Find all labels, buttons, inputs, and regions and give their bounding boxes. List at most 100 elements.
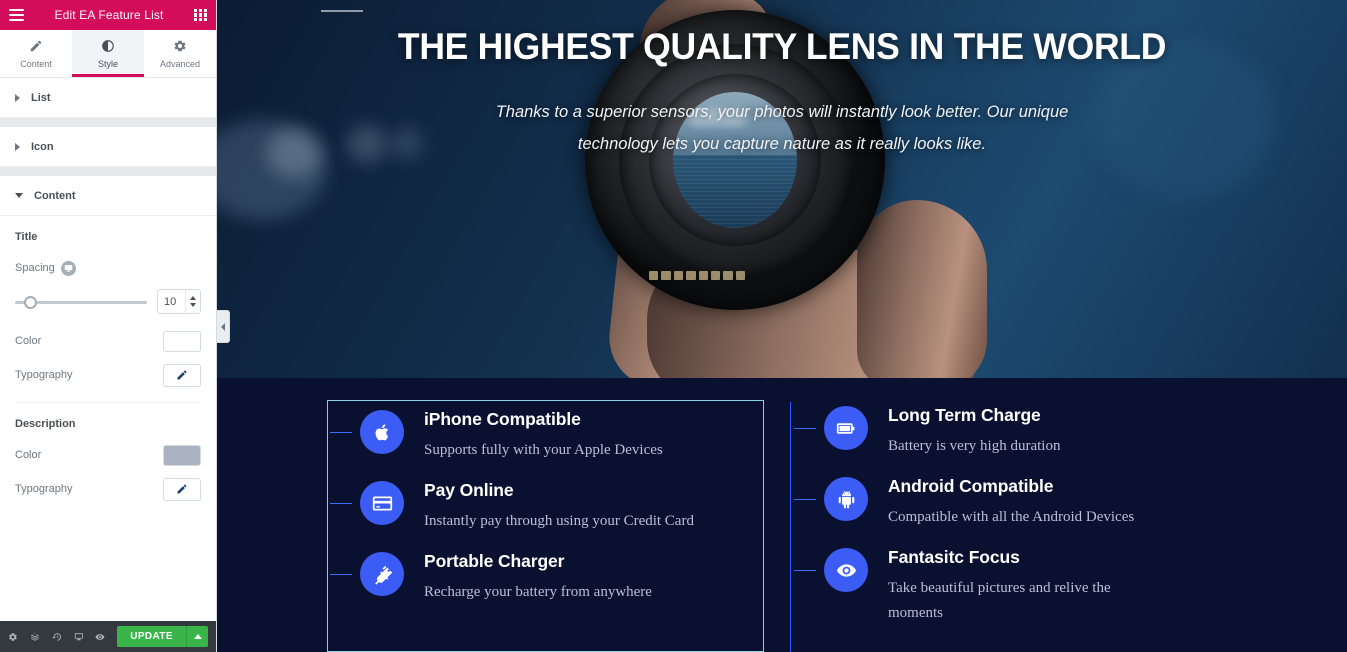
- hero-subtitle: Thanks to a superior sensors, your photo…: [495, 103, 1069, 153]
- section-content-label: Content: [34, 189, 76, 202]
- feature-item[interactable]: Long Term Charge Battery is very high du…: [794, 400, 1223, 471]
- elementor-editor: Edit EA Feature List Content Style Advan…: [0, 0, 1347, 652]
- spacing-control-row: Spacing: [15, 251, 201, 285]
- feature-description: Supports fully with your Apple Devices: [424, 442, 663, 458]
- settings-gear-icon[interactable]: [8, 630, 18, 644]
- tab-style-label: Style: [97, 59, 118, 69]
- panel-body: List Icon Content Title Spacing 10 Color…: [0, 78, 216, 621]
- description-typography-edit-button[interactable]: [163, 477, 201, 501]
- feature-item[interactable]: Fantasitc Focus Take beautiful pictures …: [794, 542, 1223, 638]
- section-content[interactable]: Content: [0, 176, 216, 216]
- title-color-swatch[interactable]: [163, 330, 201, 352]
- description-typography-label: Typography: [15, 483, 73, 495]
- panel-tabs: Content Style Advanced: [0, 30, 216, 78]
- tab-content-label: Content: [20, 59, 52, 69]
- editor-panel: Edit EA Feature List Content Style Advan…: [0, 0, 217, 652]
- feature-text: Fantasitc Focus Take beautiful pictures …: [868, 546, 1158, 626]
- feature-column-left[interactable]: iPhone Compatible Supports fully with yo…: [327, 400, 764, 652]
- caret-down-icon[interactable]: [190, 303, 196, 307]
- connector-dash: [794, 428, 816, 429]
- page-canvas: THE HIGHEST QUALITY LENS IN THE WORLD Th…: [217, 0, 1347, 652]
- feature-title: Portable Charger: [424, 551, 565, 571]
- section-list-label: List: [31, 91, 51, 104]
- apple-icon: [360, 410, 404, 454]
- panel-title: Edit EA Feature List: [54, 8, 164, 22]
- feature-text: Long Term Charge Battery is very high du…: [868, 404, 1060, 459]
- description-group-label: Description: [15, 418, 76, 430]
- connector-dash: [330, 503, 352, 504]
- battery-full-icon: [824, 406, 868, 450]
- feature-text: Pay Online Instantly pay through using y…: [404, 479, 694, 534]
- feature-description: Recharge your battery from anywhere: [424, 584, 652, 600]
- section-divider: [0, 167, 216, 176]
- credit-card-icon: [360, 481, 404, 525]
- section-list[interactable]: List: [0, 78, 216, 118]
- chevron-left-icon: [221, 322, 225, 331]
- tab-content[interactable]: Content: [0, 30, 72, 77]
- pencil-edit-icon: [177, 370, 187, 380]
- description-typography-row: Typography: [15, 472, 201, 506]
- slider-handle[interactable]: [24, 295, 37, 309]
- title-typography-row: Typography: [15, 358, 201, 392]
- feature-title: iPhone Compatible: [424, 409, 581, 429]
- feature-text: iPhone Compatible Supports fully with yo…: [404, 408, 663, 463]
- feature-description: Compatible with all the Android Devices: [888, 509, 1135, 525]
- grid-icon[interactable]: [194, 8, 207, 22]
- pencil-edit-icon: [177, 484, 187, 494]
- connector-dash: [794, 499, 816, 500]
- monitor-icon[interactable]: [60, 260, 76, 276]
- connector-dash: [330, 574, 352, 575]
- title-color-row: Color: [15, 324, 201, 358]
- feature-text: Portable Charger Recharge your battery f…: [404, 550, 652, 605]
- caret-up-icon[interactable]: [190, 296, 196, 300]
- panel-collapse-handle[interactable]: [217, 310, 230, 343]
- responsive-monitor-icon[interactable]: [74, 630, 84, 644]
- feature-column-right[interactable]: Long Term Charge Battery is very high du…: [790, 400, 1227, 652]
- hero-section: THE HIGHEST QUALITY LENS IN THE WORLD Th…: [217, 0, 1347, 378]
- spacing-stepper[interactable]: [185, 290, 200, 313]
- section-icon[interactable]: Icon: [0, 127, 216, 167]
- spacing-label-wrap: Spacing: [15, 260, 76, 276]
- connector-dash: [330, 432, 352, 433]
- title-typography-edit-button[interactable]: [163, 363, 201, 387]
- update-options-button[interactable]: [186, 626, 208, 647]
- spacing-number-input[interactable]: 10: [157, 289, 201, 314]
- description-color-row: Color: [15, 438, 201, 472]
- navigator-layers-icon[interactable]: [30, 630, 40, 644]
- history-revisions-icon[interactable]: [52, 630, 62, 644]
- chevron-right-icon: [15, 142, 20, 151]
- caret-up-icon: [193, 634, 202, 639]
- feature-description: Instantly pay through using your Credit …: [424, 513, 694, 529]
- gear-icon: [173, 39, 187, 55]
- tab-advanced[interactable]: Advanced: [144, 30, 216, 77]
- contrast-icon: [101, 39, 115, 55]
- spacing-value: 10: [164, 295, 177, 308]
- feature-title: Pay Online: [424, 480, 514, 500]
- update-button[interactable]: UPDATE: [117, 626, 186, 647]
- android-icon: [824, 477, 868, 521]
- tab-style[interactable]: Style: [72, 30, 144, 77]
- update-button-group: UPDATE: [117, 626, 208, 647]
- preview-eye-icon[interactable]: [95, 630, 105, 644]
- feature-item[interactable]: iPhone Compatible Supports fully with yo…: [330, 404, 759, 475]
- feature-title: Long Term Charge: [888, 405, 1041, 425]
- feature-item[interactable]: Portable Charger Recharge your battery f…: [330, 546, 759, 617]
- spacing-slider[interactable]: [15, 295, 147, 309]
- title-group-label: Title: [15, 231, 38, 243]
- feature-item[interactable]: Android Compatible Compatible with all t…: [794, 471, 1223, 542]
- title-color-label: Color: [15, 335, 42, 347]
- section-divider: [0, 118, 216, 127]
- feature-title: Android Compatible: [888, 476, 1054, 496]
- pencil-icon: [29, 39, 43, 55]
- description-color-swatch[interactable]: [163, 444, 201, 466]
- feature-list-widget: iPhone Compatible Supports fully with yo…: [217, 378, 1347, 652]
- content-section-body: Title Spacing 10 Color Typography Descri…: [0, 216, 216, 506]
- chevron-right-icon: [15, 93, 20, 102]
- description-color-label: Color: [15, 449, 42, 461]
- tab-advanced-label: Advanced: [159, 59, 201, 69]
- feature-text: Android Compatible Compatible with all t…: [868, 475, 1134, 530]
- hamburger-icon[interactable]: [9, 9, 24, 21]
- feature-item[interactable]: Pay Online Instantly pay through using y…: [330, 475, 759, 546]
- feature-description: Take beautiful pictures and relive the m…: [888, 580, 1111, 621]
- title-typography-label: Typography: [15, 369, 73, 381]
